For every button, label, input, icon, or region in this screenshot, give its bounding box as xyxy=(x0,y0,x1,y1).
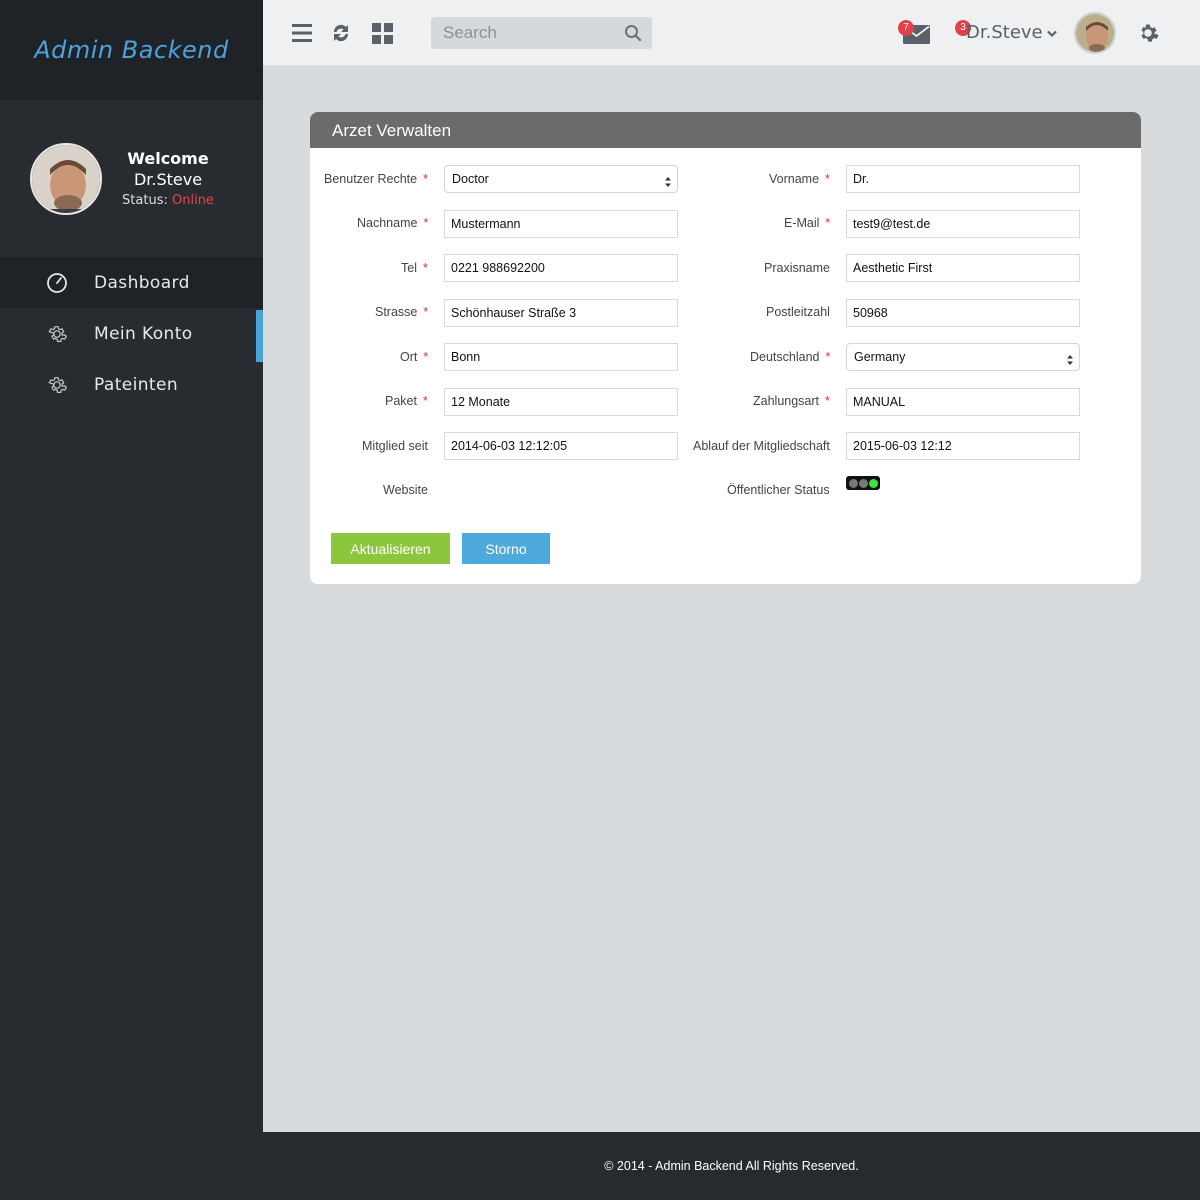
label-email: E-Mail * xyxy=(784,216,831,230)
profile-info: Welcome Dr.Steve Status: Online xyxy=(120,149,216,208)
search-input[interactable] xyxy=(431,17,611,49)
profile-card: Welcome Dr.Steve Status: Online xyxy=(0,100,263,257)
sidebar-item-label: Pateinten xyxy=(94,374,179,395)
grid-icon[interactable] xyxy=(372,23,393,49)
doctor-edit-panel: Arzet Verwalten Benutzer Rechte * Doctor … xyxy=(310,112,1141,584)
ablauf-mitgliedschaft-field[interactable] xyxy=(846,432,1080,460)
label-website: Website xyxy=(383,483,428,497)
ort-field[interactable] xyxy=(444,343,678,371)
label-strasse: Strasse * xyxy=(375,305,429,319)
paket-field[interactable] xyxy=(444,388,678,416)
toggle-dot xyxy=(848,478,858,488)
sidebar-item-dashboard[interactable]: Dashboard xyxy=(0,257,263,308)
mitglied-seit-field[interactable] xyxy=(444,432,678,460)
status-label: Status: xyxy=(122,193,168,208)
email-field[interactable] xyxy=(846,210,1080,238)
label-deutschland: Deutschland * xyxy=(750,350,831,364)
sidebar-item-mein-konto[interactable]: Mein Konto xyxy=(0,308,263,362)
label-paket: Paket * xyxy=(385,394,428,408)
toggle-dot-active xyxy=(868,478,878,488)
label-tel: Tel * xyxy=(401,261,428,275)
benutzer-rechte-select[interactable]: Doctor xyxy=(444,165,678,193)
gear-icon[interactable] xyxy=(1136,21,1160,50)
chevron-down-icon xyxy=(1046,22,1057,43)
postleitzahl-field[interactable] xyxy=(846,299,1080,327)
user-name: Dr.Steve xyxy=(966,22,1043,43)
avatar-image xyxy=(1076,14,1114,52)
country-select[interactable]: Germany xyxy=(846,343,1080,371)
label-mitglied-seit: Mitglied seit xyxy=(362,439,428,453)
label-praxisname: Praxisname xyxy=(764,261,830,275)
brand-logo-text[interactable]: Admin Backend xyxy=(34,36,229,64)
public-status-toggle[interactable] xyxy=(846,476,880,490)
sidebar-item-label: Dashboard xyxy=(94,272,190,293)
status-value: Online xyxy=(172,193,214,208)
update-button[interactable]: Aktualisieren xyxy=(331,533,450,564)
gear-icon xyxy=(46,374,68,396)
brand-header: Admin Backend xyxy=(0,0,263,100)
label-zahlungsart: Zahlungsart * xyxy=(753,394,830,408)
search-box xyxy=(431,17,652,49)
footer: © 2014 - Admin Backend All Rights Reserv… xyxy=(263,1132,1200,1200)
gear-icon xyxy=(46,323,68,345)
topbar: 7 3 Dr.Steve xyxy=(263,0,1200,66)
select-value: Doctor xyxy=(452,172,489,186)
cancel-button[interactable]: Storno xyxy=(462,533,550,564)
toggle-dot xyxy=(858,478,868,488)
label-benutzer-rechte: Benutzer Rechte * xyxy=(324,172,428,186)
dashboard-gauge-icon xyxy=(46,272,68,294)
label-vorname: Vorname * xyxy=(769,172,830,186)
tel-field[interactable] xyxy=(444,254,678,282)
avatar[interactable] xyxy=(1074,12,1116,54)
panel-title: Arzet Verwalten xyxy=(310,112,1141,148)
sidebar-item-label: Mein Konto xyxy=(94,323,193,344)
mail-badge: 7 xyxy=(898,20,914,36)
sidebar: Admin Backend Welcome Dr.Steve Status: O… xyxy=(0,0,263,1200)
select-arrows-icon xyxy=(664,172,672,198)
profile-avatar[interactable] xyxy=(30,142,102,215)
sidebar-item-pateinten[interactable]: Pateinten xyxy=(0,359,263,410)
select-arrows-icon xyxy=(1066,350,1074,376)
label-oeffentlicher-status: Öffentlicher Status xyxy=(727,483,830,497)
praxisname-field[interactable] xyxy=(846,254,1080,282)
welcome-text: Welcome xyxy=(127,149,209,168)
search-icon[interactable] xyxy=(624,24,642,47)
profile-name: Dr.Steve xyxy=(133,170,203,189)
label-postleitzahl: Postleitzahl xyxy=(766,305,830,319)
strasse-field[interactable] xyxy=(444,299,678,327)
nachname-field[interactable] xyxy=(444,210,678,238)
refresh-icon[interactable] xyxy=(331,22,351,49)
zahlungsart-field[interactable] xyxy=(846,388,1080,416)
menu-icon[interactable] xyxy=(292,23,312,48)
label-ablauf-mitgliedschaft: Ablauf der Mitgliedschaft xyxy=(693,439,830,453)
label-ort: Ort * xyxy=(400,350,429,364)
label-nachname: Nachname * xyxy=(357,216,429,230)
vorname-field[interactable] xyxy=(846,165,1080,193)
profile-status: Status: Online xyxy=(120,193,216,208)
footer-text: © 2014 - Admin Backend All Rights Reserv… xyxy=(604,1159,859,1173)
user-dropdown[interactable]: Dr.Steve xyxy=(966,22,1057,43)
avatar-image xyxy=(32,144,100,213)
select-value: Germany xyxy=(854,350,906,364)
